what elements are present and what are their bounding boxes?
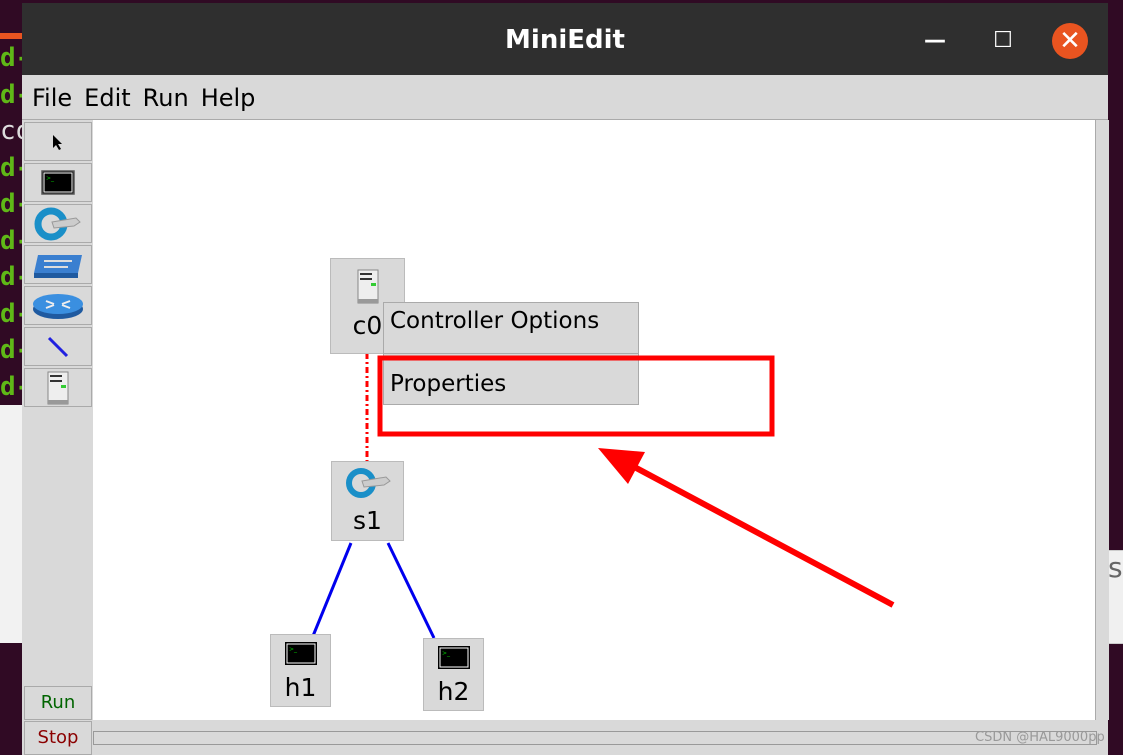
tool-select[interactable]: [24, 122, 92, 161]
terminal-line: d-: [0, 262, 32, 292]
tool-controller[interactable]: [24, 368, 92, 407]
controller-icon: [47, 371, 69, 404]
terminal-line: d-: [0, 189, 32, 219]
menu-run[interactable]: Run: [143, 84, 189, 112]
minimize-button[interactable]: —: [917, 23, 953, 59]
run-button[interactable]: Run: [24, 686, 92, 720]
watermark: CSDN @HAL9000pp: [975, 730, 1105, 745]
terminal-line: d-: [0, 152, 32, 183]
tool-link[interactable]: [24, 327, 92, 366]
terminal-line: d-: [0, 43, 32, 73]
link-s1-h1[interactable]: [311, 542, 353, 637]
background-panel-right: st: [1108, 550, 1123, 644]
link-icon: [47, 336, 69, 357]
window-title: MiniEdit: [505, 25, 625, 55]
controller-icon: [357, 269, 378, 304]
host-icon: >_: [41, 169, 75, 195]
switch-icon: [345, 468, 391, 498]
background-text: st: [1108, 551, 1123, 584]
host-icon: >_: [284, 642, 317, 665]
node-h2[interactable]: >_ h2: [423, 638, 484, 711]
tool-legacy-router[interactable]: [24, 286, 92, 325]
node-label: s1: [353, 506, 382, 535]
node-label: h1: [284, 673, 317, 702]
terminal-line: d-: [0, 298, 32, 329]
background-terminal: d-d-cod-d-d-d-d-d-d-co: [0, 40, 32, 442]
miniedit-window: MiniEdit — ☐ ✕ File Edit Run Help >_ Run St…: [22, 3, 1109, 755]
title-bar: MiniEdit — ☐ ✕: [22, 3, 1108, 75]
horizontal-scrollbar[interactable]: [93, 731, 1097, 745]
tool-legacy-switch[interactable]: [24, 245, 92, 284]
tool-switch[interactable]: [24, 204, 92, 243]
menu-edit[interactable]: Edit: [84, 84, 130, 112]
links-layer: [311, 353, 436, 639]
svg-text:>_: >_: [46, 175, 55, 182]
menu-item-controller-options[interactable]: Controller Options: [384, 303, 638, 354]
terminal-line: co: [0, 116, 32, 146]
host-icon: >_: [437, 646, 470, 669]
select-icon: [53, 134, 62, 150]
link-s1-h2[interactable]: [386, 542, 436, 639]
terminal-line: d-: [0, 225, 32, 256]
maximize-button[interactable]: ☐: [985, 23, 1021, 59]
context-menu: Controller Options Properties: [383, 302, 639, 405]
terminal-tab-accent: [0, 33, 24, 39]
legacy-router-icon: [33, 293, 83, 319]
legacy-switch-icon: [34, 254, 82, 278]
svg-text:>_: >_: [442, 650, 451, 657]
background-panel: [0, 405, 24, 643]
vertical-scrollbar[interactable]: [1095, 120, 1109, 720]
terminal-line: d-: [0, 79, 32, 110]
svg-text:>_: >_: [289, 646, 298, 653]
stop-button[interactable]: Stop: [24, 721, 92, 755]
topology-canvas[interactable]: c0 s1 >_ h1 >_ h2: [93, 120, 1095, 720]
menu-bar: File Edit Run Help: [22, 75, 1108, 120]
menu-help[interactable]: Help: [201, 84, 256, 112]
menu-file[interactable]: File: [32, 84, 72, 112]
switch-icon: [34, 207, 81, 240]
node-s1[interactable]: s1: [331, 461, 404, 541]
node-h1[interactable]: >_ h1: [270, 634, 331, 707]
menu-item-properties[interactable]: Properties: [384, 354, 638, 404]
terminal-line: d-: [0, 371, 32, 402]
tool-host[interactable]: >_: [24, 163, 92, 202]
node-label: h2: [437, 677, 470, 706]
close-button[interactable]: ✕: [1052, 23, 1088, 59]
terminal-line: d-: [0, 335, 32, 365]
